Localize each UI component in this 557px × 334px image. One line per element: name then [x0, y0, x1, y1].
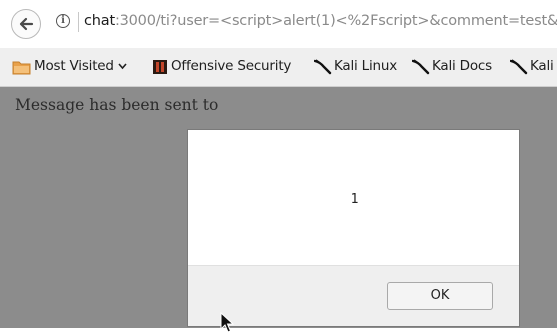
bookmark-label: Offensive Security [171, 58, 292, 74]
url-separator [78, 12, 79, 32]
bookmark-kali-docs[interactable]: Kali Docs [432, 58, 492, 74]
bookmark-kali[interactable]: Kali [530, 58, 554, 74]
bookmark-label: Kali [530, 58, 554, 74]
url-host: chat [84, 13, 115, 29]
address-field[interactable]: chat:3000/ti?user=<script>alert(1)<%2Fsc… [84, 13, 557, 29]
sent-message: Message has been sent to [15, 96, 219, 114]
kali-dragon-icon [510, 59, 528, 75]
alert-message: 1 [350, 192, 359, 207]
offsec-icon [153, 60, 167, 74]
bookmark-offensive-security[interactable]: Offensive Security [171, 58, 291, 74]
url-path: :3000/ti?user=<script>alert(1)<%2Fscript… [114, 13, 557, 29]
kali-dragon-icon [412, 59, 430, 75]
back-arrow-icon [19, 17, 34, 31]
alert-dialog: 1 OK [187, 129, 520, 327]
mouse-cursor-icon [220, 312, 234, 333]
folder-icon [12, 61, 31, 75]
ok-button[interactable]: OK [387, 282, 493, 310]
back-button[interactable] [11, 9, 41, 39]
page-content: Message has been sent to 1 OK [0, 87, 557, 333]
dialog-footer: OK [188, 265, 519, 326]
info-icon[interactable]: i [56, 14, 70, 28]
bookmark-label: Kali Docs [432, 58, 492, 74]
url-bar: i chat:3000/ti?user=<script>alert(1)<%2F… [0, 0, 557, 49]
bookmarks-toolbar: Most Visited Offensive Security Kali Lin… [0, 48, 557, 87]
chevron-down-icon [118, 62, 127, 69]
bookmark-label: Most Visited [34, 58, 114, 74]
bookmark-kali-linux[interactable]: Kali Linux [334, 58, 397, 74]
bookmark-label: Kali Linux [334, 58, 398, 74]
bookmark-most-visited[interactable]: Most Visited [34, 58, 127, 74]
kali-dragon-icon [314, 59, 332, 75]
